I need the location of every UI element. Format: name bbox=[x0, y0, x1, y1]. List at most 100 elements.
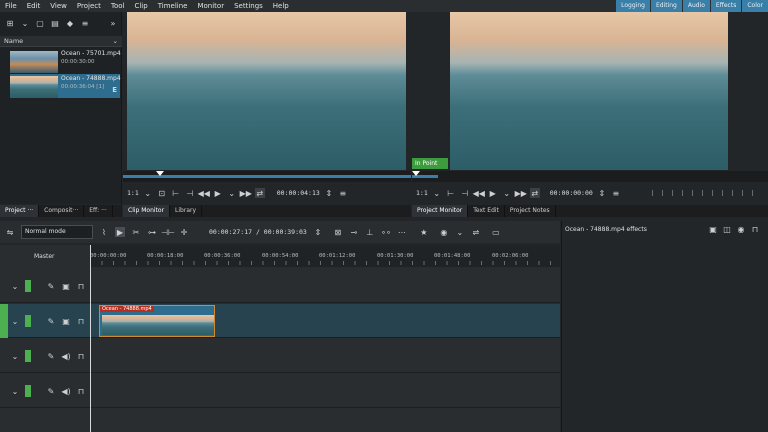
bin-clip-item[interactable]: Ocean - 75701.mp4 00:00:30:00 bbox=[10, 49, 121, 73]
insert-icon[interactable]: ⊸ bbox=[349, 227, 359, 237]
subtitle-icon[interactable]: ▭ bbox=[491, 227, 501, 237]
lock-icon[interactable]: ⊓ bbox=[76, 386, 86, 396]
track-active-tag[interactable] bbox=[25, 385, 31, 397]
bin-clip-item[interactable]: Ocean - 74888.mp4 00:00:36:04 [1] E bbox=[10, 74, 121, 98]
collapse-icon[interactable]: » bbox=[108, 18, 118, 28]
slip-tool-icon[interactable]: ✛ bbox=[179, 227, 189, 237]
tab-text-edit[interactable]: Text Edit bbox=[468, 205, 505, 217]
menu-monitor[interactable]: Monitor bbox=[192, 2, 229, 10]
star-icon[interactable]: ★ bbox=[419, 227, 429, 237]
set-out-icon[interactable]: ⊣ bbox=[460, 188, 470, 198]
project-monitor-ruler[interactable] bbox=[412, 171, 768, 182]
edit-mode-select[interactable]: Normal mode bbox=[21, 225, 93, 239]
chevron-down-icon[interactable]: ⌄ bbox=[20, 18, 30, 28]
menu-settings[interactable]: Settings bbox=[229, 2, 268, 10]
chevron-down-icon[interactable]: ⌄ bbox=[227, 188, 237, 198]
rewind-icon[interactable]: ◀◀ bbox=[198, 188, 210, 198]
loop-zone-icon[interactable]: ⇄ bbox=[254, 188, 265, 198]
rewind-icon[interactable]: ◀◀ bbox=[473, 188, 485, 198]
chevron-down-icon[interactable]: ⌄ bbox=[143, 188, 153, 198]
timeline-position[interactable]: 00:00:27:17 / 00:00:39:03 bbox=[209, 228, 307, 236]
layout-audio[interactable]: Audio bbox=[682, 0, 710, 12]
compare-icon[interactable]: ◫ bbox=[722, 224, 732, 234]
forward-icon[interactable]: ▶▶ bbox=[515, 188, 527, 198]
project-timecode[interactable]: 00:00:00:00 bbox=[550, 189, 593, 197]
clip-timecode[interactable]: 00:00:04:13 bbox=[277, 189, 320, 197]
add-clip-icon[interactable]: ⊞ bbox=[5, 18, 15, 28]
spinner-icon[interactable]: ⇕ bbox=[324, 188, 334, 198]
tab-compositions[interactable]: Composit··· bbox=[39, 205, 85, 217]
chevron-down-icon[interactable]: ⌄ bbox=[502, 188, 512, 198]
lock-icon[interactable]: ⊓ bbox=[76, 351, 86, 361]
zoom-value[interactable]: 1:1 bbox=[416, 189, 428, 197]
tab-project-monitor[interactable]: Project Monitor bbox=[412, 205, 469, 217]
menu-edit[interactable]: Edit bbox=[22, 2, 46, 10]
spacer-tool-icon[interactable]: ⊶ bbox=[147, 227, 157, 237]
set-in-icon[interactable]: ⊢ bbox=[171, 188, 181, 198]
track-active-tag[interactable] bbox=[25, 280, 31, 292]
list-view-icon[interactable]: ▤ bbox=[50, 18, 60, 28]
playhead-marker[interactable] bbox=[156, 171, 164, 176]
select-tool-icon[interactable]: ▶ bbox=[115, 227, 125, 237]
fit-zoom-icon[interactable]: ⊠ bbox=[333, 227, 343, 237]
tab-effects[interactable]: Eff: ··· bbox=[84, 205, 113, 217]
layout-logging[interactable]: Logging bbox=[616, 0, 650, 12]
forward-icon[interactable]: ▶▶ bbox=[240, 188, 252, 198]
fullscreen-icon[interactable]: ⊡ bbox=[157, 188, 167, 198]
overwrite-icon[interactable]: ⊥ bbox=[365, 227, 375, 237]
layout-editing[interactable]: Editing bbox=[650, 0, 682, 12]
track-active-tag[interactable] bbox=[25, 315, 31, 327]
timeline-ruler[interactable]: 00:00:00:00 00:00:18:00 00:00:36:00 00:0… bbox=[90, 245, 560, 267]
playhead-marker[interactable] bbox=[412, 171, 420, 176]
menu-icon[interactable]: ≡ bbox=[611, 188, 621, 198]
menu-timeline[interactable]: Timeline bbox=[153, 2, 193, 10]
ripple-tool-icon[interactable]: ⊣⊢ bbox=[161, 227, 175, 237]
effects-icon[interactable]: ✎ bbox=[46, 386, 56, 396]
track-active-tag[interactable] bbox=[25, 350, 31, 362]
effects-icon[interactable]: ✎ bbox=[46, 351, 56, 361]
tab-project-notes[interactable]: Project Notes bbox=[505, 205, 556, 217]
chevron-down-icon[interactable]: ⌄ bbox=[432, 188, 442, 198]
timeline-playhead[interactable] bbox=[90, 245, 91, 432]
play-icon[interactable]: ▶ bbox=[488, 188, 498, 198]
spinner-icon[interactable]: ⇕ bbox=[313, 227, 323, 237]
chevron-down-icon[interactable]: ⌄ bbox=[455, 227, 465, 237]
mute-audio-icon[interactable]: ◀) bbox=[61, 351, 71, 361]
timeline-clip[interactable]: Ocean - 74888.mp4 bbox=[99, 305, 215, 337]
hide-video-icon[interactable]: ▣ bbox=[61, 316, 71, 326]
chevron-down-icon[interactable]: ⌄ bbox=[10, 386, 20, 396]
bin-column-header[interactable]: Name ⌄ bbox=[0, 36, 122, 47]
lock-icon[interactable]: ⊓ bbox=[750, 224, 760, 234]
tab-clip-monitor[interactable]: Clip Monitor bbox=[123, 205, 171, 217]
menu-clip[interactable]: Clip bbox=[129, 2, 152, 10]
eye-icon[interactable]: ◉ bbox=[736, 224, 746, 234]
set-in-icon[interactable]: ⊢ bbox=[446, 188, 456, 198]
mixer-icon[interactable]: ⇌ bbox=[471, 227, 481, 237]
menu-file[interactable]: File bbox=[0, 2, 22, 10]
menu-icon[interactable]: ≡ bbox=[80, 18, 90, 28]
hide-video-icon[interactable]: ▣ bbox=[61, 281, 71, 291]
mute-audio-icon[interactable]: ◀) bbox=[61, 386, 71, 396]
layout-color[interactable]: Color bbox=[742, 0, 768, 12]
chevron-down-icon[interactable]: ⌄ bbox=[10, 316, 20, 326]
chevron-down-icon[interactable]: ⌄ bbox=[10, 351, 20, 361]
lift-icon[interactable]: ∘∘ bbox=[381, 227, 391, 237]
snap-icon[interactable]: ⌇ bbox=[99, 227, 109, 237]
set-out-icon[interactable]: ⊣ bbox=[185, 188, 195, 198]
effects-icon[interactable]: ✎ bbox=[46, 281, 56, 291]
track-config-icon[interactable]: ⇋ bbox=[5, 227, 15, 237]
spinner-icon[interactable]: ⇕ bbox=[597, 188, 607, 198]
tab-project[interactable]: Project ··· bbox=[0, 205, 40, 217]
tag-icon[interactable]: ◆ bbox=[65, 18, 75, 28]
folder-icon[interactable]: ▢ bbox=[35, 18, 45, 28]
zoom-value[interactable]: 1:1 bbox=[127, 189, 139, 197]
tab-library[interactable]: Library bbox=[170, 205, 203, 217]
menu-help[interactable]: Help bbox=[268, 2, 294, 10]
play-icon[interactable]: ▶ bbox=[213, 188, 223, 198]
clip-monitor-video[interactable] bbox=[127, 12, 406, 170]
loop-zone-icon[interactable]: ⇄ bbox=[529, 188, 540, 198]
razor-tool-icon[interactable]: ✂ bbox=[131, 227, 141, 237]
extract-icon[interactable]: ⋯ bbox=[397, 227, 407, 237]
chevron-down-icon[interactable]: ⌄ bbox=[10, 281, 20, 291]
clip-monitor-ruler[interactable] bbox=[123, 171, 411, 182]
